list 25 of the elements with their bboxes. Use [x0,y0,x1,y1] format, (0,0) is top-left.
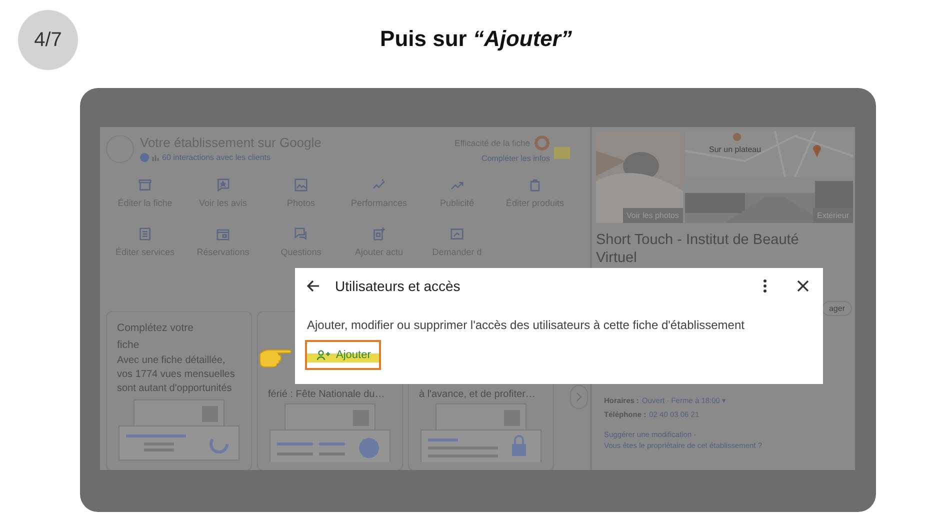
card-text: à l'avance, et de profiter… [419,388,536,402]
progress-ring-icon [534,135,550,151]
close-icon[interactable] [797,280,809,292]
business-name: Short Touch - Institut de Beauté Virtuel [596,231,800,267]
storefront-icon [137,177,153,193]
more-icon[interactable] [763,279,767,293]
dialog-description: Ajouter, modifier ou supprimer l'accès des utilisateurs à cette fiche d'établissement [307,318,746,332]
add-post-icon [371,226,387,242]
star-review-icon [215,177,231,193]
image-icon [293,177,309,193]
person-add-icon [317,350,330,360]
back-icon[interactable] [305,278,321,294]
step-badge: 4/7 [18,10,78,70]
step-heading: Puis sur “Ajouter” [379,26,573,52]
dialog-title: Utilisateurs et accès [335,278,462,294]
map-label: Sur un plateau [709,145,762,154]
card-title: Complétez votre fiche [117,321,194,353]
verified-icon [140,153,149,162]
card-text: Avec une fiche détaillée, vos 1774 vues mensuelles sont autant d'opportunités [117,354,236,396]
chat-bubbles-icon [293,226,309,242]
bar-chart-icon [152,154,159,161]
edit-image-icon [449,226,465,242]
list-icon [137,226,153,242]
chevron-right-icon [576,392,582,402]
card-text: férié : Fête Nationale du… [268,388,386,402]
